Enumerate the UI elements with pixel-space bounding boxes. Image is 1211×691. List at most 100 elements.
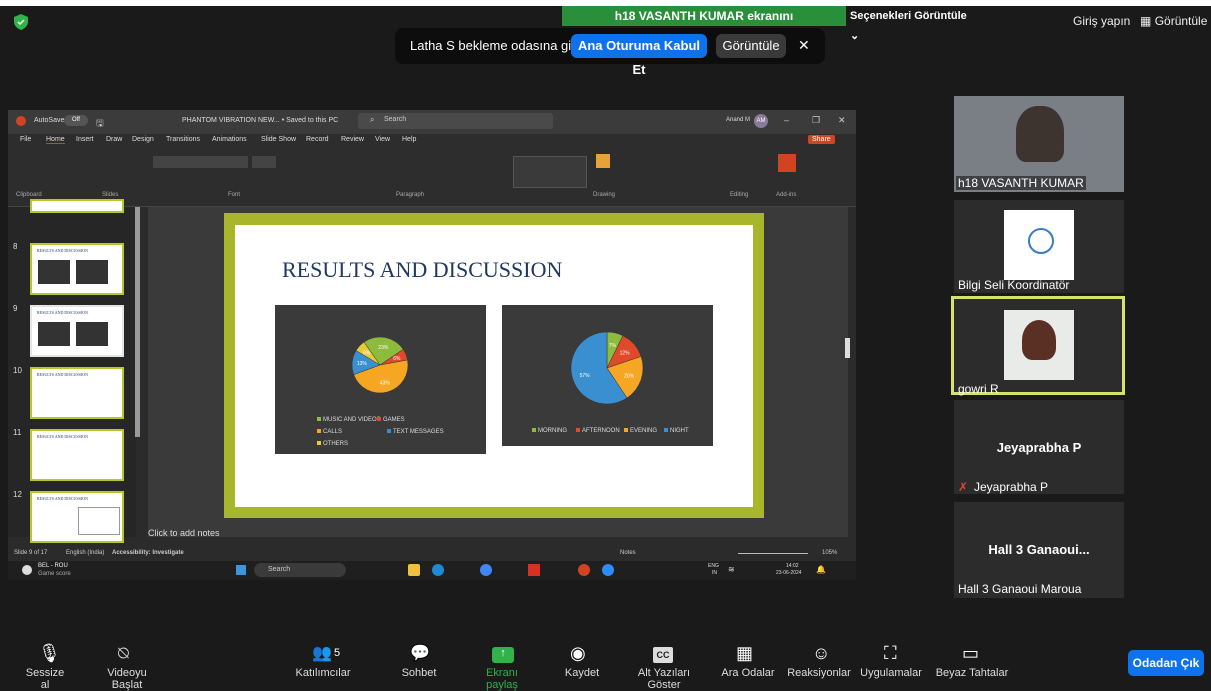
share-button[interactable]: Share (808, 135, 835, 144)
participant-tile-bilgi[interactable]: Bilgi Seli Koordinatör (954, 200, 1124, 293)
tab-record[interactable]: Record (306, 136, 329, 143)
window-close-icon[interactable]: ✕ (838, 115, 846, 126)
file-explorer-icon[interactable] (408, 564, 420, 576)
save-icon[interactable]: 🖫 (96, 116, 104, 132)
tab-file[interactable]: File (20, 136, 31, 143)
notification-view-button[interactable]: Görüntüle (716, 34, 786, 58)
captions-icon[interactable]: CC (653, 647, 673, 663)
thumbnail-10[interactable]: RESULTS AND DISCUSSION (30, 367, 124, 419)
zoom-slider[interactable] (738, 553, 808, 554)
restore-icon[interactable]: ❐ (812, 115, 820, 126)
slide-scrollbar[interactable] (845, 338, 850, 358)
participant-tile-vasanth[interactable]: h18 VASANTH KUMAR (954, 96, 1124, 192)
avatar[interactable]: AM (754, 114, 768, 128)
tab-slide-show[interactable]: Slide Show (261, 136, 296, 143)
shapes-gallery[interactable] (513, 156, 587, 188)
taskbar-search[interactable]: Search (254, 563, 346, 577)
participant-tile-jeyaprabha[interactable]: Jeyaprabha P ✗ Jeyaprabha P (954, 400, 1124, 494)
windows-start-icon[interactable] (236, 565, 246, 575)
pie-data-label: 12% (620, 351, 631, 357)
thumbnail-8[interactable]: RESULTS AND DISCUSSION (30, 243, 124, 295)
status-language[interactable]: English (India) (66, 550, 104, 556)
tab-transitions[interactable]: Transitions (166, 136, 200, 143)
reactions-icon[interactable]: ☺ (812, 643, 830, 664)
view-button[interactable]: ▦ Görüntüle (1140, 14, 1207, 28)
microphone-icon[interactable]: 🎙 (38, 643, 61, 664)
tab-help[interactable]: Help (402, 136, 416, 143)
record-icon[interactable]: ◉ (570, 643, 586, 664)
captions-button[interactable]: Alt Yazıları Göster (622, 667, 706, 691)
apps-icon[interactable]: ⛶ (884, 643, 897, 664)
arrange-icon[interactable] (596, 154, 610, 168)
chrome-icon[interactable] (480, 564, 492, 576)
slide-thumbnails: 8 RESULTS AND DISCUSSION 9 RESULTS AND D… (8, 199, 140, 543)
clock-time[interactable]: 14:02 (786, 563, 799, 569)
participant-tile-hall3[interactable]: Hall 3 Ganaoui... Hall 3 Ganaoui Maroua (954, 502, 1124, 598)
participant-tile-gowri[interactable]: gowri R (951, 296, 1125, 396)
thumbnail-scrollbar[interactable] (135, 207, 140, 437)
participants-button[interactable]: Katılımcılar (293, 667, 353, 679)
thumbnail-7[interactable] (30, 199, 124, 213)
tab-animations[interactable]: Animations (212, 136, 247, 143)
pdf-icon[interactable] (528, 564, 540, 576)
ppt-search-box[interactable]: ⌕ Search (358, 113, 553, 129)
file-name[interactable]: PHANTOM VIBRATION NEW... • Saved to this… (182, 117, 338, 124)
slide-title[interactable]: RESULTS AND DISCUSSION (282, 257, 562, 283)
font-name-box[interactable] (153, 156, 248, 168)
close-icon[interactable]: ✕ (798, 37, 810, 54)
participants-icon[interactable]: 👥 (312, 643, 332, 663)
legend-label: MUSIC AND VIDEOS (323, 417, 381, 423)
video-off-icon[interactable]: ⍉ (118, 643, 129, 664)
wifi-icon[interactable]: ≋ (728, 565, 735, 574)
tab-insert[interactable]: Insert (76, 136, 94, 143)
chat-button[interactable]: Sohbet (397, 667, 441, 679)
thumbnail-11[interactable]: RESULTS AND DISCUSSION (30, 429, 124, 481)
tab-design[interactable]: Design (132, 136, 154, 143)
notes-toggle[interactable]: Notes (620, 550, 636, 556)
tab-draw[interactable]: Draw (106, 136, 122, 143)
thumb-number: 8 (13, 242, 18, 251)
minimize-icon[interactable]: – (784, 115, 789, 125)
start-video-button[interactable]: Videoyu Başlat (92, 667, 162, 691)
add-ins-icon[interactable] (778, 154, 796, 172)
whiteboard-icon[interactable]: ▭ (962, 643, 979, 664)
record-button[interactable]: Kaydet (560, 667, 604, 679)
tab-review[interactable]: Review (341, 136, 364, 143)
user-name: Anand M (726, 117, 751, 123)
tab-view[interactable]: View (375, 136, 390, 143)
tab-home[interactable]: Home (46, 136, 65, 144)
view-options-button[interactable]: Seçenekleri Görüntüle ⌄ (850, 6, 976, 42)
reactions-button[interactable]: Reaksiyonlar (786, 667, 852, 679)
admit-button[interactable]: Ana Oturuma Kabul Et (571, 34, 707, 77)
share-screen-button[interactable]: Ekranı paylaş (470, 667, 534, 691)
breakout-rooms-button[interactable]: Ara Odalar (720, 667, 776, 679)
powerpoint-icon[interactable] (578, 564, 590, 576)
breakout-rooms-icon[interactable]: ▦ (736, 643, 753, 664)
font-size-box[interactable] (252, 156, 276, 168)
whiteboard-button[interactable]: Beyaz Tahtalar (934, 667, 1010, 679)
leave-button[interactable]: Odadan Çık (1128, 650, 1204, 676)
autosave-label: AutoSave (34, 117, 65, 124)
keyboard-language[interactable]: ENG (708, 563, 719, 569)
autosave-toggle[interactable]: Off (64, 115, 88, 126)
pie-chart-usage[interactable]: 23% 6% 43% 13% 6% MUSIC AND VIDEOS GAMES CALLS T… (275, 305, 486, 454)
status-bar: Slide 9 of 17 English (India) Accessibil… (8, 547, 856, 561)
chat-icon[interactable]: 💬 (410, 643, 430, 663)
sign-in-link[interactable]: Giriş yapın (1073, 14, 1130, 28)
thumbnail-12[interactable]: RESULTS AND DISCUSSION (30, 491, 124, 543)
zoom-level[interactable]: 105% (822, 550, 837, 556)
share-screen-icon[interactable]: ↑ (492, 647, 514, 663)
pie-chart-time[interactable]: 7% 12% 20% 57% MORNING AFTERNOON EVENING NIGHT (502, 305, 713, 446)
thumbnail-9-selected[interactable]: RESULTS AND DISCUSSION (30, 305, 124, 357)
status-accessibility[interactable]: Accessibility: Investigate (112, 550, 184, 556)
zoom-icon[interactable] (602, 564, 614, 576)
mute-button[interactable]: Sessize al (20, 667, 70, 691)
notes-pane[interactable]: Click to add notes (148, 528, 220, 538)
apps-button[interactable]: Uygulamalar (858, 667, 924, 679)
edge-icon[interactable] (432, 564, 444, 576)
sports-score-icon[interactable] (22, 565, 32, 575)
bell-icon[interactable]: 🔔 (816, 565, 826, 574)
shield-icon[interactable] (14, 14, 28, 30)
thumb-number: 12 (13, 490, 22, 499)
legend-swatch (317, 417, 321, 421)
